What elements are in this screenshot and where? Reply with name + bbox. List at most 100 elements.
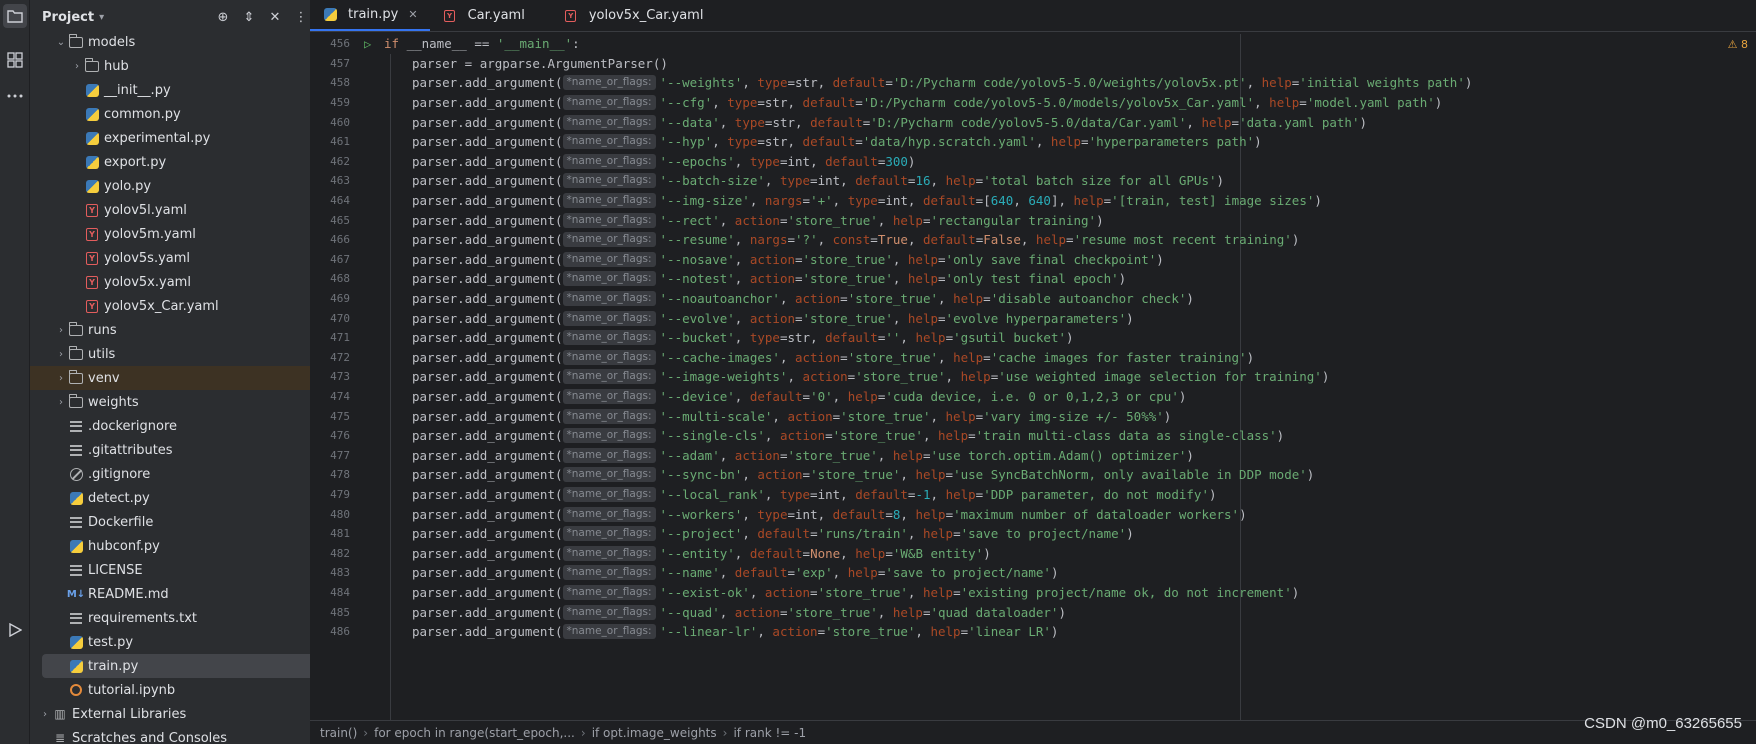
chevron-right-icon[interactable]: › [54,325,68,336]
code-line[interactable]: 473 parser.add_argument(*name_or_flags: '-… [310,367,1756,387]
tree-item-readme-md[interactable]: M↓ README.md [30,582,338,606]
breadcrumb-item[interactable]: if opt.image_weights [592,726,717,740]
tree-item-hub[interactable]: › hub [30,54,338,78]
tree-item-yolov5x-car-yaml[interactable]: Yyolov5x_Car.yaml [30,294,338,318]
tree-item-yolov5x-yaml[interactable]: Yyolov5x.yaml [30,270,338,294]
chevron-down-icon[interactable]: ▾ [99,12,104,23]
code-line[interactable]: 479 parser.add_argument(*name_or_flags: '-… [310,485,1756,505]
tree-item-init-py[interactable]: __init__.py [30,78,338,102]
code-line[interactable]: 482 parser.add_argument(*name_or_flags: '-… [310,543,1756,563]
chevron-down-icon[interactable]: ⌄ [54,37,68,48]
code-line[interactable]: 474 parser.add_argument(*name_or_flags: '-… [310,387,1756,407]
more-tools-icon[interactable] [3,84,27,108]
tree-item-train-py[interactable]: train.py [42,654,334,678]
tree-item-venv[interactable]: › venv [30,366,338,390]
run-icon[interactable]: ▷ [364,37,371,51]
locate-icon[interactable]: ⊕ [215,8,231,26]
tree-item-yolov5l-yaml[interactable]: Yyolov5l.yaml [30,198,338,222]
tree-item-models[interactable]: ⌄ models [30,30,338,54]
tree-item-gitattributes[interactable]: .gitattributes [30,438,338,462]
code-line[interactable]: 486 parser.add_argument(*name_or_flags: '-… [310,622,1756,642]
code-token: 'cache images for faster training' [990,349,1247,365]
code-token: 'quad dataloader' [930,604,1059,620]
code-line[interactable]: 475 parser.add_argument(*name_or_flags: '-… [310,406,1756,426]
tree-item-gitignore[interactable]: .gitignore [30,462,338,486]
code-token: help [953,291,984,307]
code-line[interactable]: 466 parser.add_argument(*name_or_flags: '-… [310,230,1756,250]
code-token: '--sync-bn' [659,467,743,483]
code-token: False [983,232,1021,248]
code-line[interactable]: 467 parser.add_argument(*name_or_flags: '-… [310,250,1756,270]
tree-item-experimental-py[interactable]: experimental.py [30,126,338,150]
chevron-right-icon[interactable]: › [38,709,52,720]
chevron-right-icon[interactable]: › [54,373,68,384]
tree-item-scratches-and-consoles[interactable]: ≣ Scratches and Consoles [30,726,338,744]
tab-yolov5x-car-yaml[interactable]: Yyolov5x_Car.yaml [551,0,730,31]
code-line[interactable]: 471 parser.add_argument(*name_or_flags: '-… [310,328,1756,348]
code-line[interactable]: 478 parser.add_argument(*name_or_flags: '-… [310,465,1756,485]
close-icon[interactable]: ✕ [408,8,417,21]
breadcrumb-item[interactable]: train() [320,726,357,740]
code-line[interactable]: 477 parser.add_argument(*name_or_flags: '-… [310,445,1756,465]
code-line[interactable]: 457 parser = argparse.ArgumentParser() [310,54,1756,74]
options-icon[interactable]: ⋮ [293,8,309,26]
tree-item-utils[interactable]: › utils [30,342,338,366]
tree-item-common-py[interactable]: common.py [30,102,338,126]
code-line[interactable]: 460 parser.add_argument(*name_or_flags: '-… [310,112,1756,132]
tree-item-dockerignore[interactable]: .dockerignore [30,414,338,438]
project-tool-icon[interactable] [3,4,27,28]
code-line[interactable]: 476 parser.add_argument(*name_or_flags: '-… [310,426,1756,446]
tree-item-yolov5s-yaml[interactable]: Yyolov5s.yaml [30,246,338,270]
code-line[interactable]: 468 parser.add_argument(*name_or_flags: '-… [310,269,1756,289]
code-line[interactable]: 465 parser.add_argument(*name_or_flags: '-… [310,210,1756,230]
code-line[interactable]: 463 parser.add_argument(*name_or_flags: '-… [310,171,1756,191]
code-line[interactable]: 480 parser.add_argument(*name_or_flags: '-… [310,504,1756,524]
tree-item-test-py[interactable]: test.py [30,630,338,654]
tree-item-runs[interactable]: › runs [30,318,338,342]
tree-item-yolo-py[interactable]: yolo.py [30,174,338,198]
code-token: '--hyp' [659,134,713,150]
code-line[interactable]: 464 parser.add_argument(*name_or_flags: '-… [310,191,1756,211]
code-line[interactable]: 485 parser.add_argument(*name_or_flags: '-… [310,602,1756,622]
chevron-right-icon[interactable]: › [70,61,84,72]
tree-item-hubconf-py[interactable]: hubconf.py [30,534,338,558]
tree-item-detect-py[interactable]: detect.py [30,486,338,510]
tree-item-export-py[interactable]: export.py [30,150,338,174]
breadcrumb-item[interactable]: if rank != -1 [733,726,806,740]
tab-car-yaml[interactable]: Y Car.yaml [430,0,551,31]
code-line[interactable]: 459 parser.add_argument(*name_or_flags: '-… [310,93,1756,113]
code-line[interactable]: 469 parser.add_argument(*name_or_flags: '-… [310,289,1756,309]
tree-item-external-libraries[interactable]: › ▥ External Libraries [30,702,338,726]
structure-tool-icon[interactable] [3,48,27,72]
code-token: , [772,408,788,424]
tree-item-yolov5m-yaml[interactable]: Yyolov5m.yaml [30,222,338,246]
code-line[interactable]: 462 parser.add_argument(*name_or_flags: '-… [310,152,1756,172]
collapse-all-icon[interactable]: ✕ [267,8,283,26]
code-line[interactable]: 481 parser.add_argument(*name_or_flags: '-… [310,524,1756,544]
code-token: ) [1239,506,1247,522]
tree-item-dockerfile[interactable]: Dockerfile [30,510,338,534]
expand-collapse-icon[interactable]: ⇕ [241,8,257,26]
code-line[interactable]: 456 ▷ if __name__ == '__main__': [310,34,1756,54]
chevron-right-icon[interactable]: › [54,397,68,408]
tree-item-weights[interactable]: › weights [30,390,338,414]
code-line[interactable]: 483 parser.add_argument(*name_or_flags: '-… [310,563,1756,583]
run-tool-icon[interactable] [3,618,27,642]
tree-item-requirements-txt[interactable]: requirements.txt [30,606,338,630]
code-view[interactable]: 456 ▷ if __name__ == '__main__':457 parser … [310,34,1756,720]
code-line[interactable]: 472 parser.add_argument(*name_or_flags: '-… [310,348,1756,368]
code-line[interactable]: 470 parser.add_argument(*name_or_flags: '-… [310,308,1756,328]
project-panel-title[interactable]: Project [42,10,94,25]
breadcrumb-item[interactable]: for epoch in range(start_epoch,... [374,726,575,740]
chevron-right-icon[interactable]: › [54,349,68,360]
warning-indicator[interactable]: ⚠ 8 [1728,38,1748,51]
code-token: = [787,565,796,581]
tree-item-license[interactable]: LICENSE [30,558,338,582]
code-token: , [1020,232,1036,248]
code-line[interactable]: 461 parser.add_argument(*name_or_flags: '-… [310,132,1756,152]
line-number: 456 [330,37,350,51]
tree-item-tutorial-ipynb[interactable]: tutorial.ipynb [30,678,338,702]
code-line[interactable]: 458 parser.add_argument(*name_or_flags: '-… [310,73,1756,93]
code-line[interactable]: 484 parser.add_argument(*name_or_flags: '-… [310,583,1756,603]
tab-train-py[interactable]: train.py ✕ [310,0,430,31]
